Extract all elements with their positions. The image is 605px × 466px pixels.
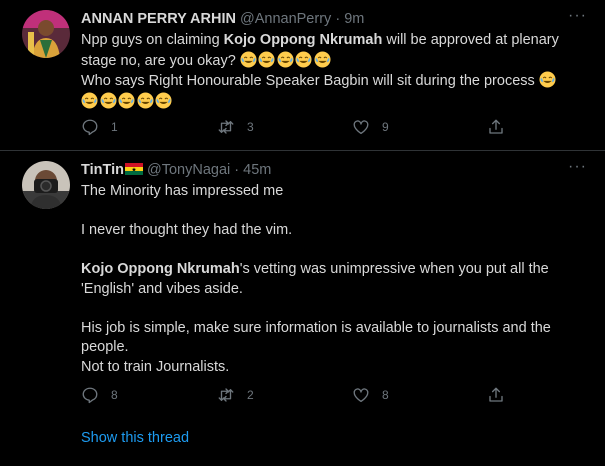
tweet-text: The Minority has impressed me I never th… bbox=[81, 182, 577, 377]
tweet-paragraph: Not to train Journalists. bbox=[81, 358, 230, 375]
tweet-text-segment: Who says Right Honourable Speaker Bagbin… bbox=[81, 73, 535, 89]
mention-highlight: Kojo Oppong Nkrumah bbox=[81, 261, 240, 277]
retweet-count: 3 bbox=[247, 120, 254, 134]
tweet-paragraph: The Minority has impressed me bbox=[81, 183, 284, 199]
tweet-text-segment: Npp guys on claiming bbox=[81, 32, 224, 48]
tweet-text: Npp guys on claiming Kojo Oppong Nkrumah… bbox=[81, 31, 577, 112]
face-with-tears-of-joy-icon bbox=[240, 50, 257, 68]
face-with-tears-of-joy-icon bbox=[314, 50, 331, 68]
tweet-actions: 8 2 8 bbox=[81, 386, 577, 406]
share-icon bbox=[489, 387, 503, 402]
handle[interactable]: @AnnanPerry bbox=[240, 11, 331, 27]
retweet-button[interactable]: 2 bbox=[217, 386, 254, 404]
retweet-count: 2 bbox=[247, 388, 254, 402]
avatar[interactable] bbox=[22, 10, 70, 58]
tweet-paragraph: His job is simple, make sure information… bbox=[81, 319, 551, 356]
emoji-group bbox=[539, 71, 558, 89]
timestamp[interactable]: 9m bbox=[344, 11, 364, 27]
reply-button[interactable]: 1 bbox=[81, 118, 118, 136]
tweet-paragraph: Kojo Oppong Nkrumah's vetting was unimpr… bbox=[81, 260, 577, 299]
face-with-tears-of-joy-icon bbox=[81, 91, 98, 109]
tweet-paragraph: I never thought they had the vim. bbox=[81, 222, 293, 238]
like-count: 9 bbox=[382, 120, 389, 134]
avatar-image-icon bbox=[22, 161, 70, 209]
share-button[interactable] bbox=[487, 118, 505, 136]
show-thread-link[interactable]: Show this thread bbox=[81, 430, 189, 446]
face-with-tears-of-joy-icon bbox=[258, 50, 275, 68]
avatar[interactable] bbox=[22, 161, 70, 209]
tweet-header: TinTin @TonyNagai · 45m bbox=[81, 161, 271, 179]
reply-icon bbox=[82, 119, 98, 136]
tweet-card[interactable]: ANNAN PERRY ARHIN @AnnanPerry · 9m ··· N… bbox=[0, 0, 605, 151]
mention-highlight: Kojo Oppong Nkrumah bbox=[223, 32, 383, 48]
retweet-icon bbox=[218, 388, 234, 402]
more-dots-icon[interactable]: ··· bbox=[568, 159, 587, 175]
avatar-image-icon bbox=[22, 10, 70, 58]
handle[interactable]: @TonyNagai bbox=[147, 162, 230, 178]
display-name[interactable]: ANNAN PERRY ARHIN bbox=[81, 11, 236, 27]
face-with-tears-of-joy-icon bbox=[155, 91, 172, 109]
face-with-tears-of-joy-icon bbox=[277, 50, 294, 68]
emoji-group bbox=[240, 50, 333, 69]
retweet-icon bbox=[218, 120, 234, 134]
like-button[interactable]: 8 bbox=[352, 386, 389, 404]
tweet-header: ANNAN PERRY ARHIN @AnnanPerry · 9m bbox=[81, 10, 364, 28]
like-count: 8 bbox=[382, 388, 389, 402]
retweet-button[interactable]: 3 bbox=[217, 118, 254, 136]
heart-icon bbox=[353, 388, 369, 403]
tweet-card[interactable]: TinTin @TonyNagai · 45m ··· The Minority… bbox=[0, 151, 605, 466]
face-with-tears-of-joy-icon bbox=[99, 91, 117, 109]
separator: · bbox=[335, 11, 341, 27]
ghana-flag-icon bbox=[124, 163, 143, 175]
face-with-tears-of-joy-icon bbox=[136, 91, 154, 109]
share-button[interactable] bbox=[487, 386, 505, 404]
emoji-group bbox=[81, 91, 174, 110]
face-with-tears-of-joy-icon bbox=[118, 91, 135, 109]
face-with-tears-of-joy-icon bbox=[295, 50, 312, 68]
face-with-tears-of-joy-icon bbox=[539, 71, 556, 88]
separator: · bbox=[234, 162, 240, 178]
like-button[interactable]: 9 bbox=[352, 118, 389, 136]
heart-icon bbox=[353, 120, 369, 135]
reply-icon bbox=[82, 387, 98, 404]
reply-count: 1 bbox=[111, 120, 118, 134]
reply-button[interactable]: 8 bbox=[81, 386, 118, 404]
tweet-actions: 1 3 9 bbox=[81, 118, 577, 138]
display-name[interactable]: TinTin bbox=[81, 162, 124, 178]
timestamp[interactable]: 45m bbox=[243, 162, 271, 178]
share-icon bbox=[489, 119, 503, 134]
reply-count: 8 bbox=[111, 388, 118, 402]
more-dots-icon[interactable]: ··· bbox=[568, 8, 587, 24]
